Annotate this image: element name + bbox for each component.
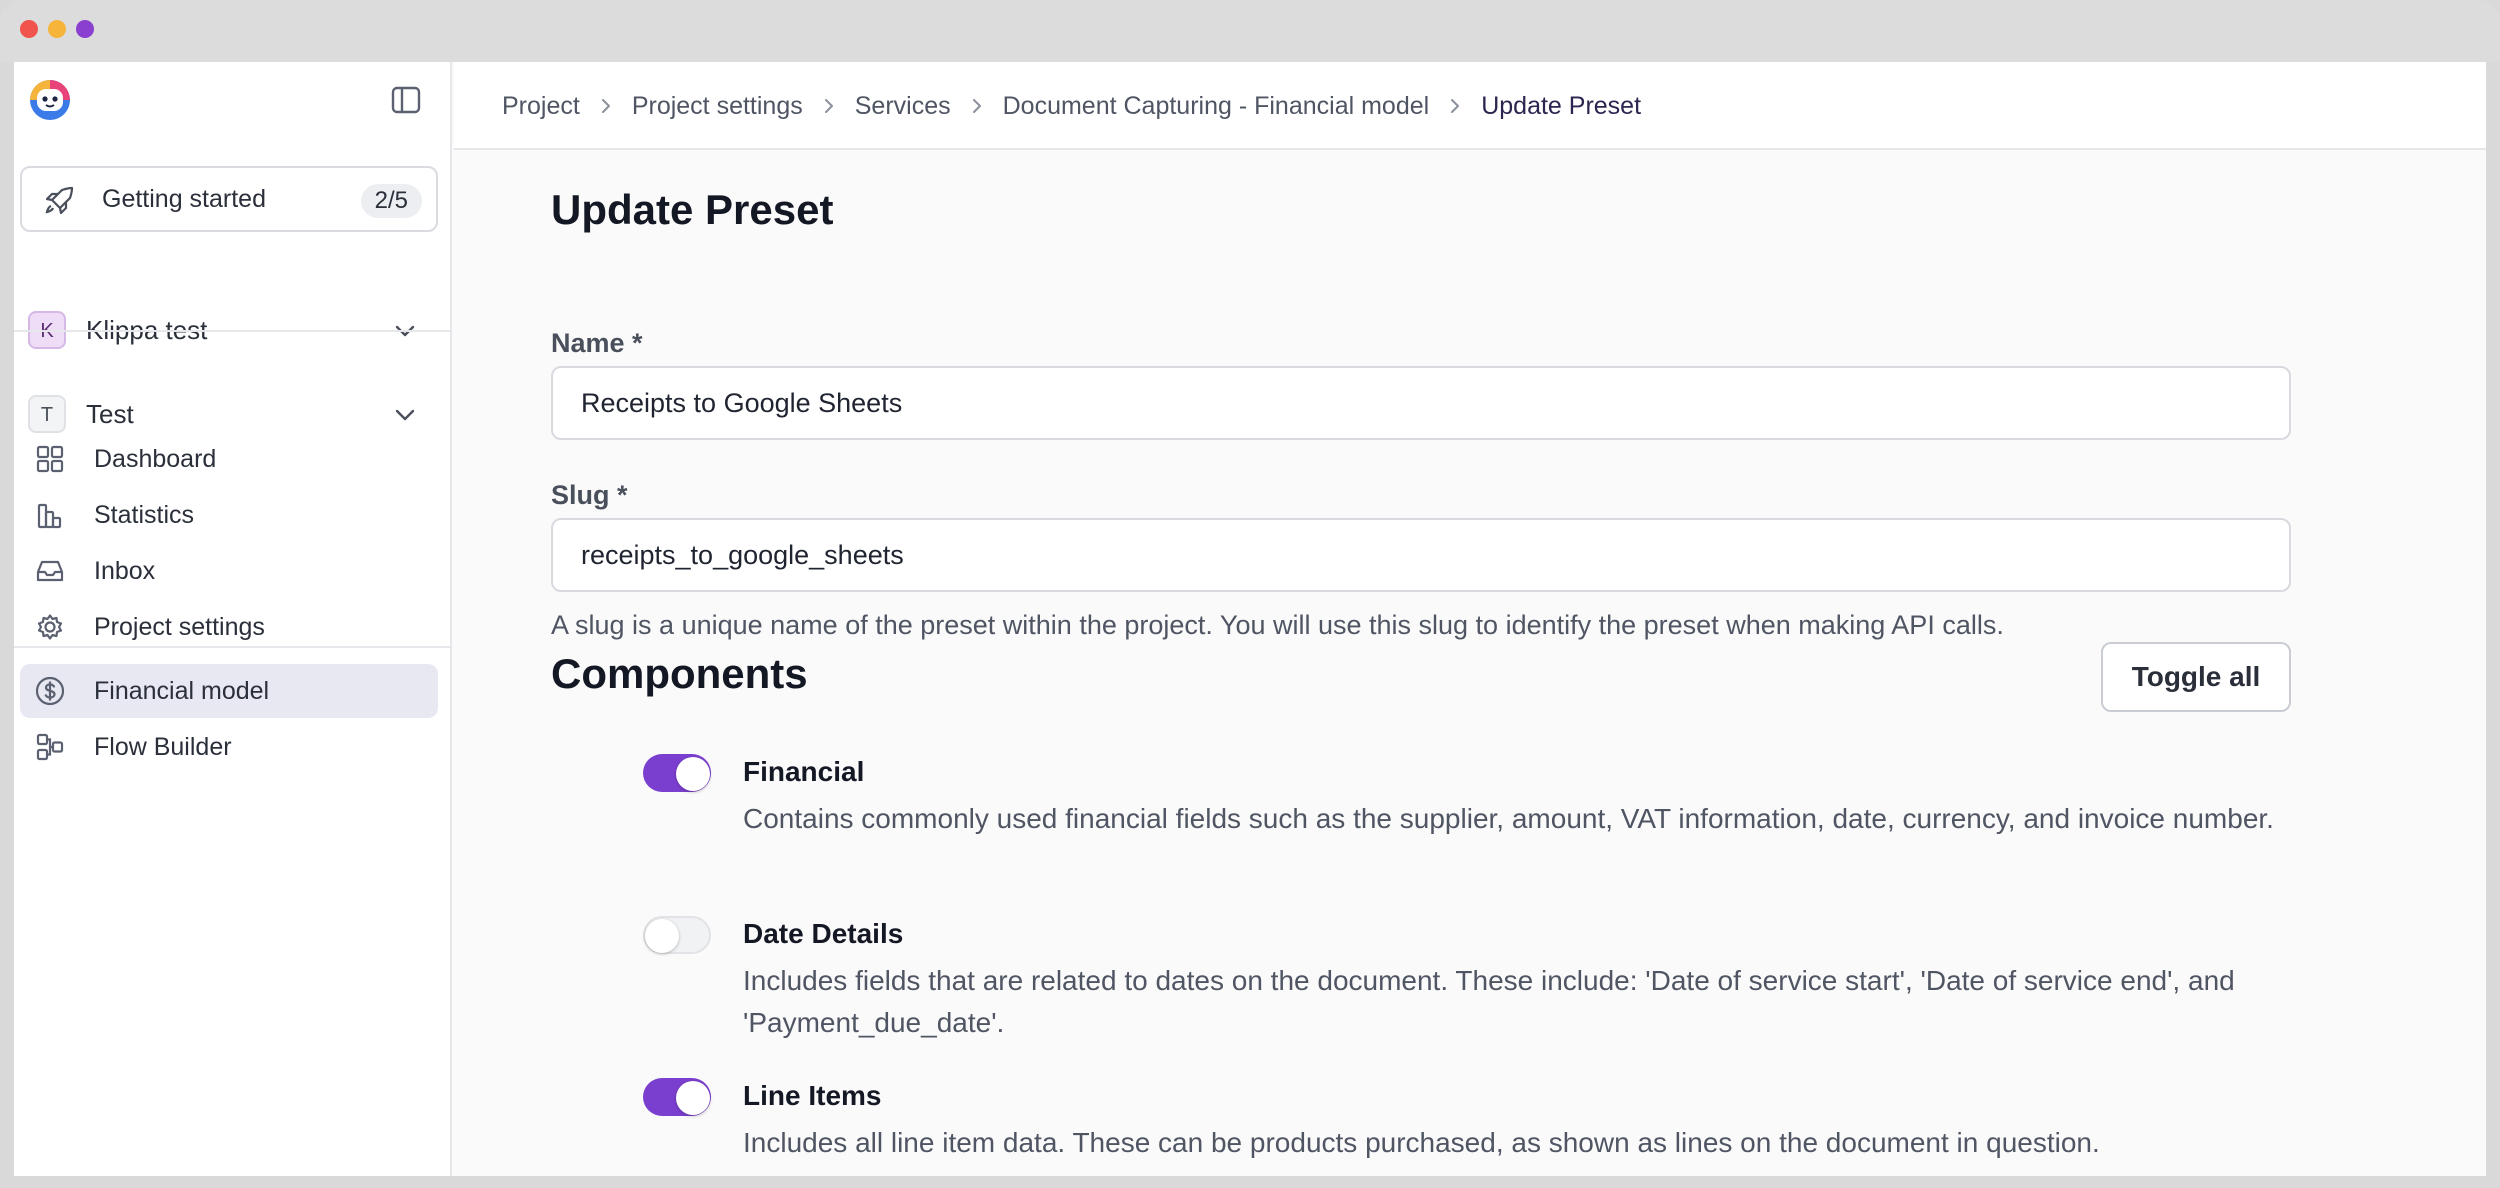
getting-started-button[interactable]: Getting started 2/5 [20,166,438,232]
components-title: Components [551,650,808,697]
sidebar-item-label: Statistics [94,500,195,529]
slug-label: Slug * [551,480,628,510]
component-title: Date Details [743,918,904,949]
chevron-right-icon [824,99,833,113]
bar-chart-icon [37,503,62,529]
sidebar-item-label: Dashboard [94,444,217,473]
name-input[interactable] [551,366,2291,440]
flow-icon [36,733,64,761]
window-titlebar [0,0,2500,62]
window-bottom-edge [0,1176,2500,1188]
slug-input[interactable] [551,518,2291,592]
date-details-toggle[interactable] [643,916,711,954]
minimize-window-button[interactable] [48,20,66,38]
name-label: Name * [551,328,643,358]
chevron-right-icon [601,99,610,113]
getting-started-label: Getting started [102,184,266,213]
grid-icon [36,445,64,473]
sidebar-item-statistics[interactable]: Statistics [20,488,438,542]
component-title: Financial [743,756,865,787]
sidebar-item-financial-model[interactable]: Financial model [20,664,438,718]
sidebar-divider [14,646,452,648]
dollar-circle-icon [35,676,65,706]
sidebar-item-flow-builder[interactable]: Flow Builder [20,720,438,774]
component-title: Line Items [743,1080,882,1111]
breadcrumb-service[interactable]: Document Capturing - Financial model [1003,92,1430,121]
line-items-toggle[interactable] [643,1078,711,1116]
toggle-knob [676,1081,710,1115]
chevron-right-icon [1451,99,1460,113]
toggle-knob [676,757,710,791]
gear-icon [37,614,63,640]
sidebar-item-label: Inbox [94,556,156,585]
top-bar: Project Project settings Services Docume… [454,62,2486,150]
close-window-button[interactable] [20,20,38,38]
sidebar-item-label: Project settings [94,612,265,641]
sidebar: Getting started 2/5 K Klippa test T Test [14,62,452,1176]
breadcrumb-project[interactable]: Project [502,92,580,121]
breadcrumb-current: Update Preset [1481,91,1642,120]
breadcrumb-project-settings[interactable]: Project settings [632,92,803,121]
slug-help-text: A slug is a unique name of the preset wi… [551,610,2004,640]
chevron-right-icon [972,99,981,113]
sidebar-item-label: Flow Builder [94,732,232,761]
sidebar-item-inbox[interactable]: Inbox [20,544,438,598]
toggle-all-button[interactable]: Toggle all [2101,642,2291,712]
component-description: Includes all line item data. These can b… [743,1127,2100,1158]
component-description: Includes fields that are related to date… [743,965,2235,1038]
project-name: Test [86,398,134,429]
project-avatar: T [28,395,66,433]
sidebar-item-label: Financial model [94,676,270,705]
inbox-icon [36,560,64,582]
breadcrumb: Project Project settings Services Docume… [502,62,1641,150]
rocket-icon [45,186,74,215]
project-switcher[interactable]: T Test [28,392,438,436]
toggle-knob [645,919,679,953]
page-title: Update Preset [551,186,834,233]
app-window: Getting started 2/5 K Klippa test T Test [14,62,2486,1176]
sidebar-item-dashboard[interactable]: Dashboard [20,432,438,486]
maximize-window-button[interactable] [76,20,94,38]
sidebar-toggle-icon[interactable] [390,84,422,116]
financial-toggle[interactable] [643,754,711,792]
sidebar-divider [14,330,452,332]
component-description: Contains commonly used financial fields … [743,803,2274,834]
breadcrumb-services[interactable]: Services [855,92,951,121]
chevron-down-icon [395,409,415,421]
getting-started-progress-badge: 2/5 [360,184,422,218]
app-logo-icon[interactable] [28,78,72,122]
